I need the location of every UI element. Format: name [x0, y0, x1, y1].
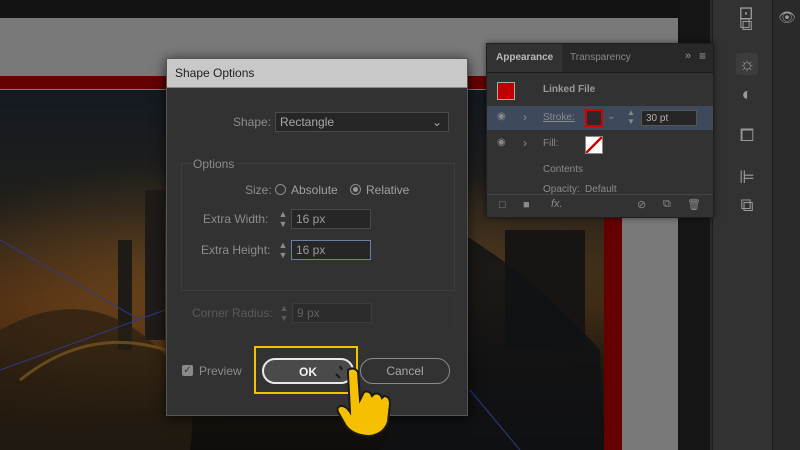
contents-label: Contents: [543, 164, 584, 175]
tab-transparency[interactable]: Transparency: [561, 44, 640, 72]
extra-height-stepper[interactable]: ▲ ▼: [276, 240, 290, 260]
dialog-title: Shape Options: [175, 66, 255, 80]
align-icon[interactable]: ⊫: [736, 166, 758, 188]
shape-label: Shape:: [233, 115, 272, 129]
extra-height-field[interactable]: 16 px: [291, 240, 371, 260]
stroke-stepper[interactable]: ▲ ▼: [627, 108, 635, 126]
panel-tabs: Appearance Transparency » ≡: [487, 44, 713, 73]
size-relative-radio[interactable]: [350, 184, 361, 195]
clear-icon[interactable]: ⊘: [637, 198, 646, 211]
appearance-icon[interactable]: ☼: [736, 53, 758, 75]
corner-radius-label: Corner Radius:: [192, 306, 273, 320]
eye-icon[interactable]: 👁: [776, 6, 798, 28]
size-relative-label[interactable]: Relative: [366, 183, 409, 197]
duplicate-icon[interactable]: ⧉: [663, 198, 671, 211]
preview-checkbox[interactable]: ✓: [182, 365, 193, 376]
pointer-hand-icon: [334, 362, 394, 445]
dialog-titlebar[interactable]: Shape Options: [167, 59, 467, 88]
shape-select[interactable]: Rectangle ⌄: [275, 112, 449, 132]
opacity-row[interactable]: Opacity: Default: [487, 182, 713, 194]
graphic-styles-icon[interactable]: ◐: [736, 83, 758, 105]
corner-radius-group: Corner Radius: ▲ ▼ 9 px: [181, 295, 455, 333]
options-section-label: Options: [191, 157, 237, 171]
transform-icon[interactable]: ⧠: [736, 124, 758, 146]
fx-icon[interactable]: fx.: [551, 198, 563, 210]
pathfinder-icon[interactable]: ⧉: [736, 194, 758, 216]
size-label: Size:: [245, 183, 272, 197]
fill-label[interactable]: Fill:: [543, 138, 559, 149]
chevron-right-icon[interactable]: ›: [523, 110, 527, 124]
extra-width-label: Extra Width:: [203, 212, 269, 226]
preview-label[interactable]: Preview: [199, 364, 242, 378]
shape-value: Rectangle: [280, 115, 335, 129]
square-fill-icon[interactable]: ■: [523, 199, 530, 211]
corner-radius-field: 9 px: [292, 303, 372, 323]
side-strip: 👁: [772, 0, 800, 450]
linked-file-row[interactable]: Linked File: [487, 78, 713, 102]
chevron-right-icon[interactable]: ›: [523, 136, 527, 150]
menu-icon[interactable]: ≡: [699, 49, 706, 63]
eye-icon[interactable]: ◉: [497, 137, 506, 148]
fill-none-swatch[interactable]: [585, 136, 603, 154]
panel-footer: □ ■ fx. ⊘ ⧉ 🗑: [487, 194, 713, 218]
stroke-row[interactable]: ◉ › Stroke: ⌄ ▲ ▼ 30 pt: [487, 106, 713, 130]
thumbnail-swatch: [497, 82, 515, 100]
opacity-label: Opacity:: [543, 184, 580, 194]
stroke-swatch[interactable]: [585, 109, 603, 127]
extra-height-label: Extra Height:: [201, 243, 271, 257]
contents-row[interactable]: Contents: [487, 158, 713, 182]
chevron-down-icon: ⌄: [431, 115, 442, 129]
opacity-value[interactable]: Default: [585, 184, 617, 194]
size-absolute-label[interactable]: Absolute: [291, 183, 338, 197]
symbols-icon[interactable]: ⧉: [735, 13, 757, 35]
extra-width-field[interactable]: 16 px: [291, 209, 371, 229]
corner-radius-stepper: ▲ ▼: [279, 303, 289, 323]
appearance-panel: Appearance Transparency » ≡ Linked File …: [486, 43, 714, 218]
collapse-icon[interactable]: »: [685, 50, 691, 62]
eye-icon[interactable]: ◉: [497, 111, 506, 122]
linked-file-label: Linked File: [543, 84, 596, 95]
size-absolute-radio[interactable]: [275, 184, 286, 195]
stroke-weight-field[interactable]: 30 pt: [641, 110, 697, 126]
stroke-label[interactable]: Stroke:: [543, 112, 575, 123]
panel-dock: ⊡ ⧉ ☼ ◐ ⧠ ⊫ ⧉: [712, 0, 773, 450]
extra-width-stepper[interactable]: ▲ ▼: [276, 209, 290, 229]
tab-appearance[interactable]: Appearance: [487, 44, 563, 72]
square-icon[interactable]: □: [499, 199, 506, 211]
trash-icon[interactable]: 🗑: [687, 198, 701, 211]
fill-row[interactable]: ◉ › Fill:: [487, 132, 713, 156]
chevron-down-icon[interactable]: ⌄: [607, 111, 615, 122]
